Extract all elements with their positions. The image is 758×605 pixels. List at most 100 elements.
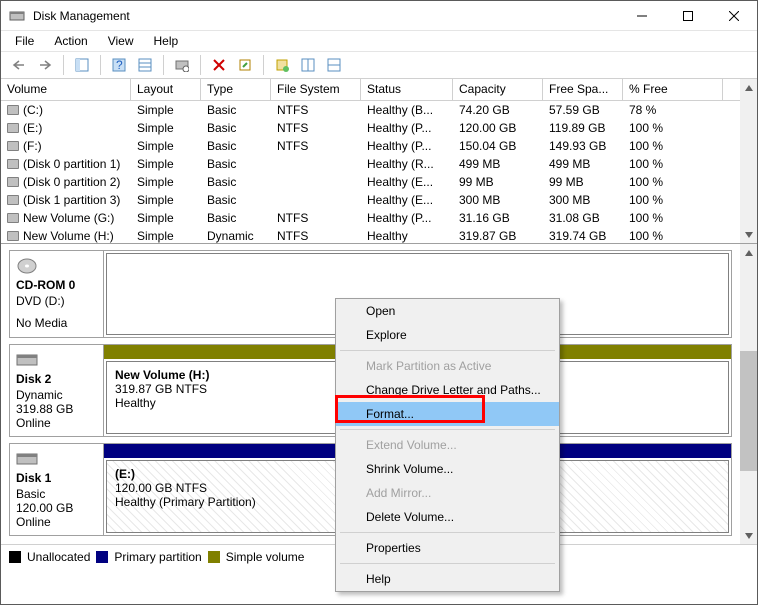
cell: Healthy (P...	[361, 139, 453, 153]
context-item[interactable]: Help	[336, 567, 559, 591]
col-header[interactable]: Volume	[1, 79, 131, 100]
drive-icon	[7, 141, 19, 151]
vol-scrollbar[interactable]	[740, 79, 757, 243]
help-button[interactable]: ?	[107, 53, 131, 77]
cell: 119.89 GB	[543, 121, 623, 135]
cell: 319.87 GB	[453, 229, 543, 243]
disk-detail: Basic	[16, 487, 97, 501]
swatch-primary	[96, 551, 108, 563]
volume-row[interactable]: (C:)SimpleBasicNTFSHealthy (B...74.20 GB…	[1, 101, 757, 119]
col-header[interactable]: Free Spa...	[543, 79, 623, 100]
show-hide-tree-button[interactable]	[70, 53, 94, 77]
svg-text:?: ?	[116, 58, 123, 72]
cell: 100 %	[623, 211, 723, 225]
context-item[interactable]: Delete Volume...	[336, 505, 559, 529]
scroll-down-icon[interactable]	[740, 527, 757, 544]
maximize-button[interactable]	[665, 1, 711, 31]
close-button[interactable]	[711, 1, 757, 31]
disk-detail: 120.00 GB	[16, 501, 97, 515]
cell: 100 %	[623, 175, 723, 189]
diskmap-scrollbar[interactable]	[740, 244, 757, 544]
scroll-up-icon[interactable]	[740, 244, 757, 261]
titlebar: Disk Management	[1, 1, 757, 31]
scroll-thumb[interactable]	[740, 351, 757, 471]
cell: 319.74 GB	[543, 229, 623, 243]
col-header[interactable]: Status	[361, 79, 453, 100]
disk-detail: DVD (D:)	[16, 294, 97, 308]
menu-view[interactable]: View	[100, 32, 142, 50]
context-item: Add Mirror...	[336, 481, 559, 505]
disk-detail: 319.88 GB	[16, 402, 97, 416]
volume-row[interactable]: (Disk 0 partition 2)SimpleBasicHealthy (…	[1, 173, 757, 191]
drive-icon	[7, 159, 19, 169]
cell: Basic	[201, 157, 271, 171]
cell: Basic	[201, 121, 271, 135]
drive-icon	[7, 123, 19, 133]
cell: Simple	[131, 193, 201, 207]
cell: 300 MB	[543, 193, 623, 207]
graphical-view-button[interactable]	[322, 53, 346, 77]
cell: 100 %	[623, 193, 723, 207]
cell: Basic	[201, 193, 271, 207]
context-item[interactable]: Explore	[336, 323, 559, 347]
cell: 31.08 GB	[543, 211, 623, 225]
col-header[interactable]: File System	[271, 79, 361, 100]
volume-row[interactable]: New Volume (G:)SimpleBasicNTFSHealthy (P…	[1, 209, 757, 227]
context-item[interactable]: Open	[336, 299, 559, 323]
menu-help[interactable]: Help	[146, 32, 187, 50]
cell: 149.93 GB	[543, 139, 623, 153]
refresh-button[interactable]	[170, 53, 194, 77]
context-item[interactable]: Change Drive Letter and Paths...	[336, 378, 559, 402]
cell: NTFS	[271, 229, 361, 243]
disk-info[interactable]: Disk 1Basic120.00 GBOnline	[10, 444, 104, 535]
cell: 150.04 GB	[453, 139, 543, 153]
back-button[interactable]	[7, 53, 31, 77]
context-item[interactable]: Properties	[336, 536, 559, 560]
disk-name: CD-ROM 0	[16, 278, 97, 292]
cell: Simple	[131, 157, 201, 171]
delete-button[interactable]	[207, 53, 231, 77]
list-view-button[interactable]	[296, 53, 320, 77]
new-volume-button[interactable]	[270, 53, 294, 77]
cell: Healthy	[361, 229, 453, 243]
drive-icon	[7, 213, 19, 223]
cell: 300 MB	[453, 193, 543, 207]
volume-row[interactable]: New Volume (H:)SimpleDynamicNTFSHealthy3…	[1, 227, 757, 244]
cell: Dynamic	[201, 229, 271, 243]
col-header[interactable]: Capacity	[453, 79, 543, 100]
col-header[interactable]: Layout	[131, 79, 201, 100]
cell: Basic	[201, 139, 271, 153]
scroll-down-icon[interactable]	[740, 226, 757, 243]
scroll-up-icon[interactable]	[740, 79, 757, 96]
minimize-button[interactable]	[619, 1, 665, 31]
cell: Basic	[201, 211, 271, 225]
cell: 499 MB	[543, 157, 623, 171]
context-menu: OpenExploreMark Partition as ActiveChang…	[335, 298, 560, 592]
volume-row[interactable]: (E:)SimpleBasicNTFSHealthy (P...120.00 G…	[1, 119, 757, 137]
disk-info[interactable]: Disk 2Dynamic319.88 GBOnline	[10, 345, 104, 436]
disk-detail: Online	[16, 515, 97, 529]
cell: Healthy (R...	[361, 157, 453, 171]
menu-file[interactable]: File	[7, 32, 42, 50]
disk-info[interactable]: CD-ROM 0DVD (D:)No Media	[10, 251, 104, 337]
disk-detail: Online	[16, 416, 97, 430]
settings-button[interactable]	[133, 53, 157, 77]
col-header[interactable]: % Free	[623, 79, 723, 100]
volume-row[interactable]: (Disk 0 partition 1)SimpleBasic Healthy (…	[1, 155, 757, 173]
context-item[interactable]: Format...	[336, 402, 559, 426]
forward-button[interactable]	[33, 53, 57, 77]
context-item[interactable]: Shrink Volume...	[336, 457, 559, 481]
menu-action[interactable]: Action	[46, 32, 95, 50]
properties-button[interactable]	[233, 53, 257, 77]
legend-unallocated: Unallocated	[27, 550, 90, 564]
cell: Healthy (E...	[361, 193, 453, 207]
volume-row[interactable]: (Disk 1 partition 3)SimpleBasicHealthy (…	[1, 191, 757, 209]
cell: New Volume (G:)	[1, 211, 131, 225]
cell: NTFS	[271, 121, 361, 135]
drive-icon	[7, 195, 19, 205]
col-header[interactable]: Type	[201, 79, 271, 100]
cell: (Disk 0 partition 1)	[1, 157, 131, 171]
cdrom-icon	[16, 257, 97, 278]
cell: Healthy (B...	[361, 103, 453, 117]
volume-row[interactable]: (F:)SimpleBasicNTFSHealthy (P...150.04 G…	[1, 137, 757, 155]
